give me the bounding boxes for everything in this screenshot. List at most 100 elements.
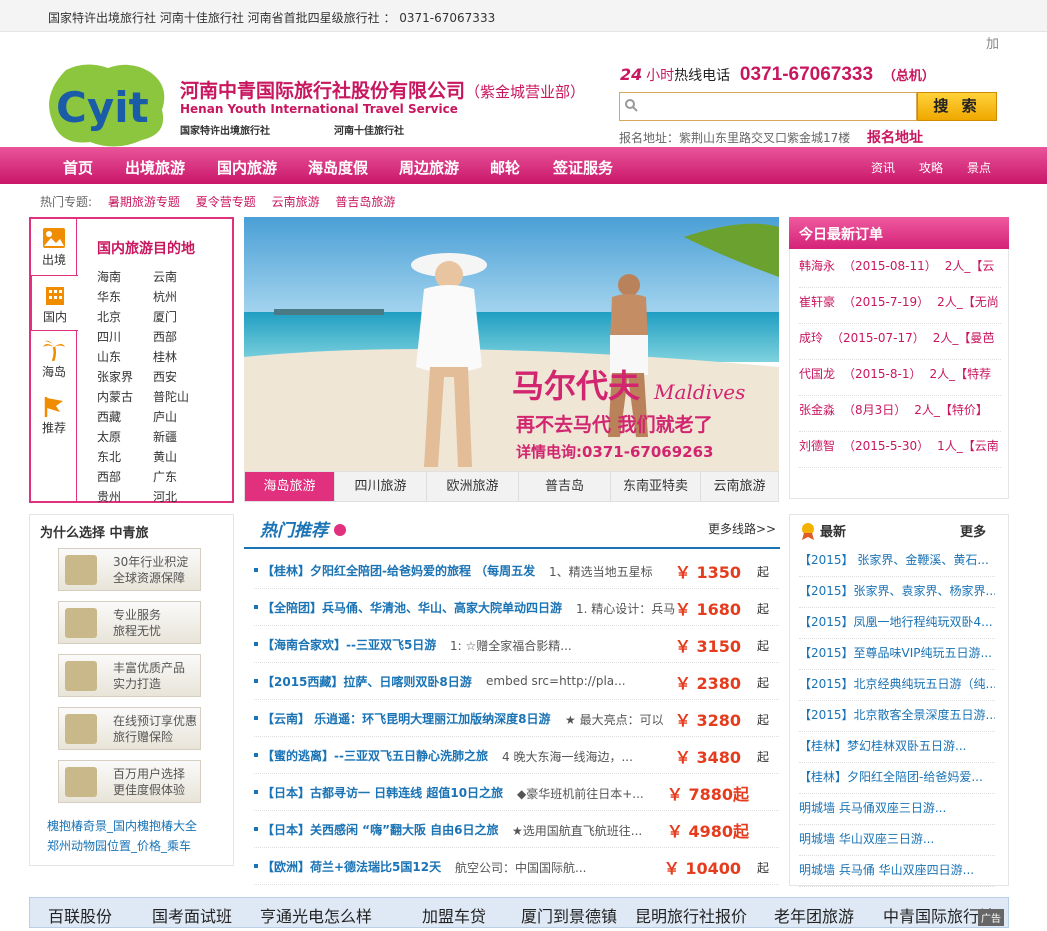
city-link[interactable]: 西藏 bbox=[97, 408, 121, 425]
latest-item[interactable]: 【桂林】夕阳红全陪团-给爸妈爱... bbox=[799, 763, 995, 794]
latest-item[interactable]: 明城墙 华山双座三日游... bbox=[799, 825, 995, 856]
order-row[interactable]: 韩海永 （2015-08-11） 2人_【云 bbox=[799, 252, 1001, 288]
city-link[interactable]: 张家界 bbox=[97, 368, 133, 385]
city-link[interactable]: 河北 bbox=[153, 488, 177, 505]
nav-item-nearby[interactable]: 周边旅游 bbox=[399, 157, 459, 178]
nav-item-outbound[interactable]: 出境旅游 bbox=[125, 157, 185, 178]
city-link[interactable]: 厦门 bbox=[153, 308, 177, 325]
recommend-row-title[interactable]: 【云南】 乐逍遥：环飞昆明大理丽江加版纳深度8日游 bbox=[262, 710, 551, 727]
ad-link[interactable]: 国考面试班 bbox=[152, 903, 232, 927]
city-link[interactable]: 黄山 bbox=[153, 448, 177, 465]
recommend-row[interactable]: 【云南】 乐逍遥：环飞昆明大理丽江加版纳深度8日游 ★ 最大亮点：可以 ￥ 3280… bbox=[254, 700, 779, 737]
city-link[interactable]: 太原 bbox=[97, 428, 121, 445]
order-row[interactable]: 刘德智 （2015-5-30） 1人_【云南 bbox=[799, 432, 1001, 468]
order-row[interactable]: 代国龙 （2015-8-1） 2人_【特荐 bbox=[799, 360, 1001, 396]
latest-item[interactable]: 明城墙 兵马俑双座三日游... bbox=[799, 794, 995, 825]
recommend-row[interactable]: 【全陪团】兵马俑、华清池、华山、高家大院单动四日游 1. 精心设计：兵马 ￥ 168… bbox=[254, 589, 779, 626]
ad-link[interactable]: 亨通光电怎么样 bbox=[260, 903, 372, 927]
recommend-row-title[interactable]: 【日本】关西感闲 “嗨”翻大阪 自由6日之旅 bbox=[262, 821, 498, 838]
city-link[interactable]: 西部 bbox=[97, 468, 121, 485]
add-favorite-link[interactable]: 加 bbox=[986, 33, 999, 52]
nav-item-cruise[interactable]: 邮轮 bbox=[490, 157, 520, 178]
text-link[interactable]: 槐抱椿奇景_国内槐抱椿大全 bbox=[47, 816, 197, 836]
city-link[interactable]: 华东 bbox=[97, 288, 121, 305]
city-link[interactable]: 新疆 bbox=[153, 428, 177, 445]
latest-item[interactable]: 【2015】北京经典纯玩五日游（纯... bbox=[799, 670, 995, 701]
banner-tab[interactable]: 欧洲旅游 bbox=[427, 472, 519, 501]
recommend-row-title[interactable]: 【海南合家欢】--三亚双飞5日游 bbox=[262, 636, 436, 653]
recommend-row[interactable]: 【日本】关西感闲 “嗨”翻大阪 自由6日之旅 ★选用国航直飞航班往... ￥ 498… bbox=[254, 811, 779, 848]
recommend-row-title[interactable]: 【日本】古都寻访一 日韩连线 超值10日之旅 bbox=[262, 784, 503, 801]
recommend-row[interactable]: 【欧洲】荷兰+德法瑞比5国12天 航空公司：中国国际航... ￥ 10400 起 bbox=[254, 848, 779, 885]
order-row[interactable]: 成玲 （2015-07-17） 2人_【曼芭 bbox=[799, 324, 1001, 360]
cyit-logo[interactable]: Cyit bbox=[46, 60, 170, 148]
city-link[interactable]: 云南 bbox=[153, 268, 177, 285]
latest-item[interactable]: 【2015】至尊品味VIP纯玩五日游... bbox=[799, 639, 995, 670]
latest-item[interactable]: 明城墙 兵马俑 华山双座四日游... bbox=[799, 856, 995, 887]
nav-item-visa[interactable]: 签证服务 bbox=[553, 157, 613, 178]
banner-tab[interactable]: 云南旅游 bbox=[701, 472, 778, 501]
recommend-row[interactable]: 【日本】古都寻访一 日韩连线 超值10日之旅 ◆豪华班机前往日本+... ￥ 788… bbox=[254, 774, 779, 811]
city-link[interactable]: 庐山 bbox=[153, 408, 177, 425]
recommend-row[interactable]: 【桂林】夕阳红全陪团-给爸妈爱的旅程 （每周五发 1、精选当地五星标 ￥ 1350 起 bbox=[254, 552, 779, 589]
signup-address-link[interactable]: 报名地址 bbox=[867, 127, 923, 147]
banner-image[interactable]: 马尔代夫 Maldives 再不去马代 我们就老了 详情电询:0371-6706… bbox=[244, 217, 779, 471]
recommend-row[interactable]: 【海南合家欢】--三亚双飞5日游 1: ☆赠全家福合影精... ￥ 3150 起 bbox=[254, 626, 779, 663]
ad-link[interactable]: 老年团旅游 bbox=[774, 903, 854, 927]
city-link[interactable]: 广东 bbox=[153, 468, 177, 485]
latest-item[interactable]: 【2015】 张家界、金鞭溪、黄石... bbox=[799, 546, 995, 577]
city-link[interactable]: 桂林 bbox=[153, 348, 177, 365]
recommend-row-title[interactable]: 【桂林】夕阳红全陪团-给爸妈爱的旅程 （每周五发 bbox=[262, 562, 535, 579]
recommend-row-title[interactable]: 【欧洲】荷兰+德法瑞比5国12天 bbox=[262, 858, 441, 875]
recommend-row-title[interactable]: 【蜜的逃离】--三亚双飞五日静心洗肺之旅 bbox=[262, 747, 488, 764]
city-link[interactable]: 东北 bbox=[97, 448, 121, 465]
search-input[interactable] bbox=[644, 93, 904, 118]
city-link[interactable]: 山东 bbox=[97, 348, 121, 365]
more-routes-link[interactable]: 更多线路>> bbox=[708, 520, 776, 537]
recommend-row-title[interactable]: 【全陪团】兵马俑、华清池、华山、高家大院单动四日游 bbox=[262, 599, 562, 616]
city-link[interactable]: 西安 bbox=[153, 368, 177, 385]
city-link[interactable]: 普陀山 bbox=[153, 388, 189, 405]
nav-item-news[interactable]: 资讯 bbox=[871, 159, 895, 176]
search-button[interactable]: 搜 索 bbox=[917, 92, 997, 121]
city-link[interactable]: 杭州 bbox=[153, 288, 177, 305]
latest-item[interactable]: 【2015】张家界、袁家界、杨家界... bbox=[799, 577, 995, 608]
latest-more-link[interactable]: 更多 bbox=[960, 521, 986, 540]
hot-topic-link[interactable]: 普吉岛旅游 bbox=[335, 195, 395, 209]
tab-domestic[interactable]: 国内 bbox=[31, 275, 78, 331]
ad-link[interactable]: 加盟车贷 bbox=[422, 903, 486, 927]
text-link[interactable]: 郑州动物园位置_价格_乘车 bbox=[47, 836, 197, 856]
city-link[interactable]: 内蒙古 bbox=[97, 388, 133, 405]
order-row[interactable]: 崔轩豪 （2015-7-19） 2人_【无尚 bbox=[799, 288, 1001, 324]
city-link[interactable]: 四川 bbox=[97, 328, 121, 345]
recommend-row[interactable]: 【2015西藏】拉萨、日喀则双卧8日游 embed src=http://pla.… bbox=[254, 663, 779, 700]
latest-item[interactable]: 【2015】北京散客全景深度五日游... bbox=[799, 701, 995, 732]
latest-item[interactable]: 【桂林】梦幻桂林双卧五日游... bbox=[799, 732, 995, 763]
nav-item-island[interactable]: 海岛度假 bbox=[308, 157, 368, 178]
nav-item-sights[interactable]: 景点 bbox=[967, 159, 991, 176]
nav-item-guides[interactable]: 攻略 bbox=[919, 159, 943, 176]
latest-item[interactable]: 【2015】凤凰一地行程纯玩双卧4... bbox=[799, 608, 995, 639]
ad-link[interactable]: 昆明旅行社报价 bbox=[635, 903, 747, 927]
hot-topic-link[interactable]: 云南旅游 bbox=[272, 195, 320, 209]
banner-tab[interactable]: 四川旅游 bbox=[335, 472, 427, 501]
hot-topic-link[interactable]: 夏令营专题 bbox=[196, 195, 256, 209]
city-link[interactable]: 贵州 bbox=[97, 488, 121, 505]
banner-tab[interactable]: 东南亚特卖 bbox=[611, 472, 701, 501]
order-row[interactable]: 张金淼 （8月3日） 2人_【特价】 bbox=[799, 396, 1001, 432]
recommend-row[interactable]: 【蜜的逃离】--三亚双飞五日静心洗肺之旅 4 晚大东海一线海边，... ￥ 3480… bbox=[254, 737, 779, 774]
ad-link[interactable]: 百联股份 bbox=[48, 903, 112, 927]
banner-tab[interactable]: 海岛旅游 bbox=[245, 472, 335, 501]
city-link[interactable]: 西部 bbox=[153, 328, 177, 345]
city-link[interactable]: 海南 bbox=[97, 268, 121, 285]
ad-link[interactable]: 厦门到景德镇 bbox=[521, 903, 617, 927]
nav-item-home[interactable]: 首页 bbox=[63, 157, 93, 178]
tab-recommend[interactable]: 推荐 bbox=[31, 387, 77, 443]
tab-island[interactable]: 海岛 bbox=[31, 331, 77, 387]
city-link[interactable]: 北京 bbox=[97, 308, 121, 325]
nav-item-domestic[interactable]: 国内旅游 bbox=[217, 157, 277, 178]
hot-topic-link[interactable]: 暑期旅游专题 bbox=[108, 195, 180, 209]
tab-outbound[interactable]: 出境 bbox=[31, 219, 77, 275]
banner-tab[interactable]: 普吉岛 bbox=[519, 472, 611, 501]
recommend-row-title[interactable]: 【2015西藏】拉萨、日喀则双卧8日游 bbox=[262, 673, 472, 690]
